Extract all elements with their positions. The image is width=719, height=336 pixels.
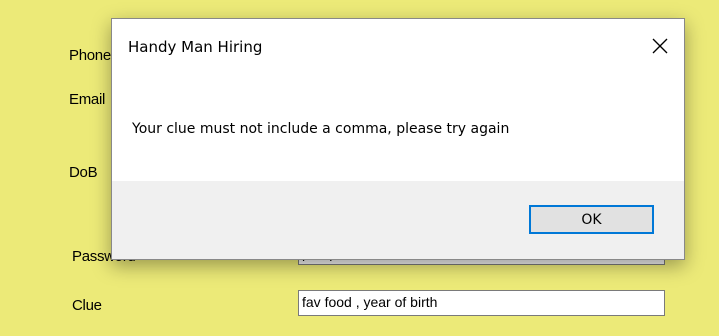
clue-field[interactable]: fav food , year of birth bbox=[298, 290, 665, 316]
phone-label: Phone bbox=[69, 47, 111, 64]
close-icon[interactable] bbox=[646, 32, 674, 60]
dialog-title: Handy Man Hiring bbox=[128, 38, 263, 56]
dialog-message: Your clue must not include a comma, plea… bbox=[132, 121, 510, 137]
dob-label: DoB bbox=[69, 164, 98, 181]
message-dialog: Handy Man Hiring Your clue must not incl… bbox=[111, 18, 685, 260]
ok-button[interactable]: OK bbox=[529, 205, 654, 234]
clue-label: Clue bbox=[72, 297, 102, 314]
email-label: Email bbox=[69, 91, 106, 108]
close-icon-glyph bbox=[652, 38, 668, 54]
dialog-footer: OK bbox=[112, 181, 684, 259]
